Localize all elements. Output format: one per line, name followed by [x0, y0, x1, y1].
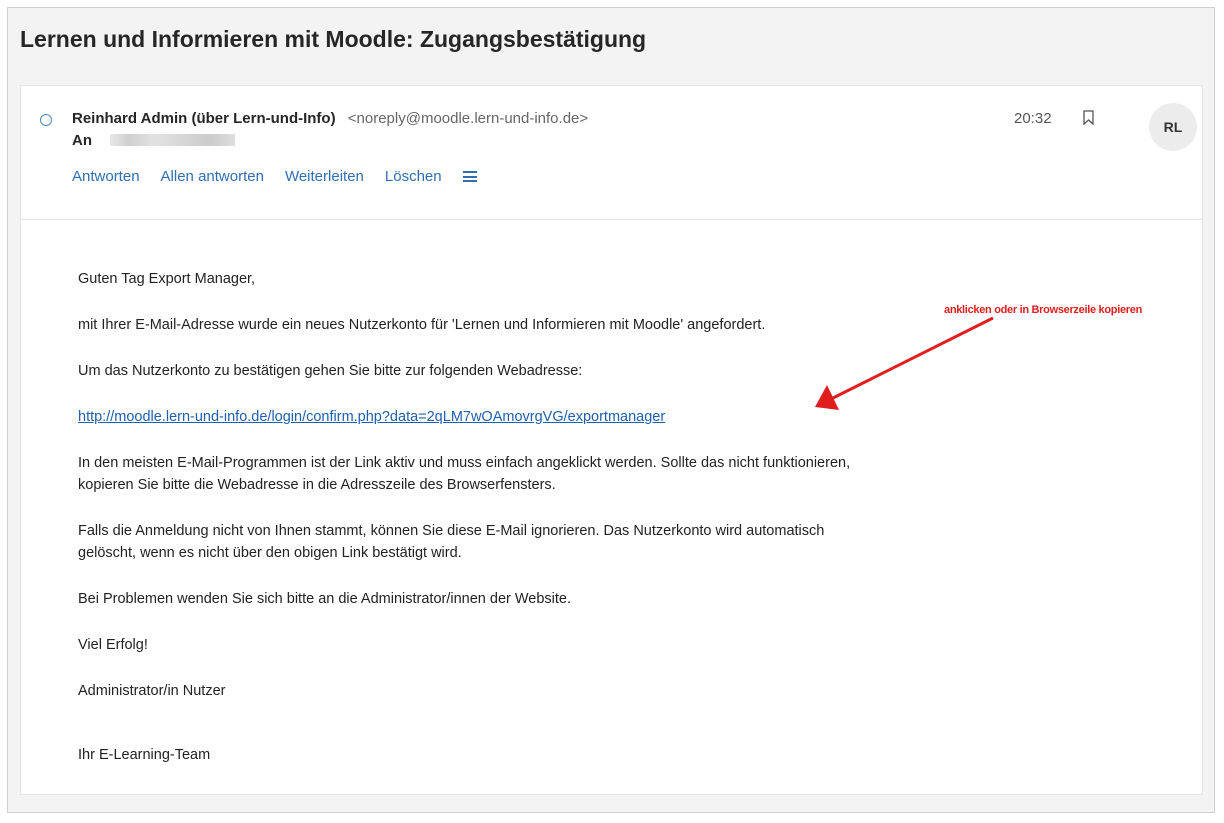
body-paragraph-3-line-1: In den meisten E-Mail-Programmen ist der… [78, 455, 851, 471]
email-subject: Lernen und Informieren mit Moodle: Zugan… [20, 26, 647, 52]
avatar[interactable]: RL [1149, 103, 1197, 151]
message-actions: Antworten Allen antworten Weiterleiten L… [72, 168, 477, 185]
sender-address: <noreply@moodle.lern-und-info.de> [347, 110, 589, 127]
reply-button[interactable]: Antworten [72, 168, 140, 185]
more-menu-icon[interactable] [462, 171, 477, 182]
greeting: Guten Tag Export Manager, [78, 271, 256, 287]
body-paragraph-2: Um das Nutzerkonto zu bestätigen gehen S… [78, 363, 583, 379]
bookmark-icon[interactable] [1083, 110, 1094, 125]
body-paragraph-7: Administrator/in Nutzer [78, 683, 226, 699]
recipient-row: An [72, 132, 236, 149]
body-paragraph-5: Bei Problemen wenden Sie sich bitte an d… [78, 591, 572, 607]
message-header: Reinhard Admin (über Lern-und-Info) <nor… [21, 86, 1202, 220]
confirm-link[interactable]: http://moodle.lern-und-info.de/login/con… [78, 409, 665, 425]
reply-all-button[interactable]: Allen antworten [161, 168, 264, 185]
body-paragraph-3-line-2: kopieren Sie bitte die Webadresse in die… [78, 477, 556, 493]
unread-circle-icon[interactable] [40, 114, 52, 126]
body-paragraph-4-line-1: Falls die Anmeldung nicht von Ihnen stam… [78, 523, 825, 539]
signature: Ihr E-Learning-Team [78, 747, 211, 763]
redacted-recipient [110, 134, 236, 146]
recipient-label: An [72, 132, 92, 149]
forward-button[interactable]: Weiterleiten [285, 168, 364, 185]
delete-button[interactable]: Löschen [385, 168, 442, 185]
body-paragraph-4-line-2: gelöscht, wenn es nicht über den obigen … [78, 545, 462, 561]
body-paragraph-6: Viel Erfolg! [78, 637, 148, 653]
message-card: Reinhard Admin (über Lern-und-Info) <nor… [20, 85, 1203, 795]
arrow-annotation-icon [815, 316, 994, 410]
body-paragraph-1: mit Ihrer E-Mail-Adresse wurde ein neues… [78, 317, 766, 333]
sender: Reinhard Admin (über Lern-und-Info) <nor… [72, 110, 588, 127]
sender-name[interactable]: Reinhard Admin (über Lern-und-Info) [72, 110, 336, 127]
message-time: 20:32 [1014, 110, 1052, 127]
mail-window: Lernen und Informieren mit Moodle: Zugan… [7, 7, 1215, 813]
